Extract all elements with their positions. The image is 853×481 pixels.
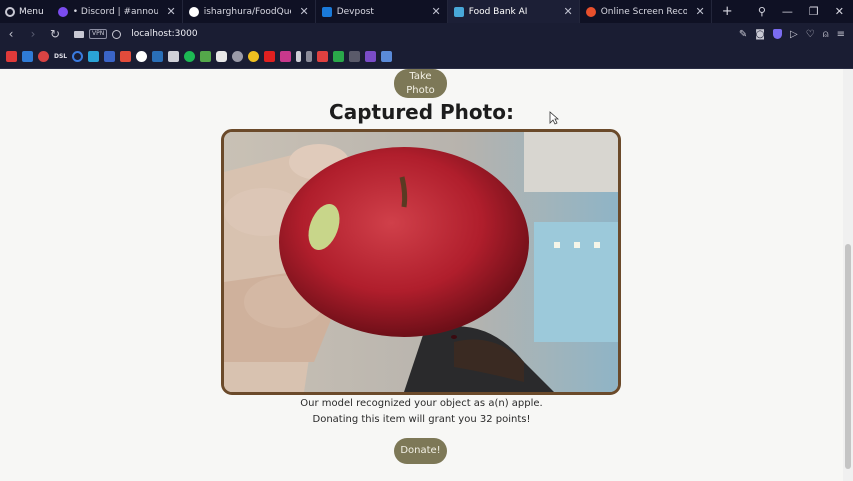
- slack-icon[interactable]: [365, 51, 377, 62]
- shield-icon[interactable]: [772, 29, 782, 39]
- bookmarks-bar: DSL: [0, 45, 853, 69]
- tab-discord[interactable]: • Discord | #announceme… ✕: [52, 0, 183, 23]
- bookmark-icon[interactable]: [381, 51, 393, 62]
- bookmark-icon[interactable]: [104, 51, 116, 62]
- discord-favicon-icon: [57, 6, 68, 17]
- close-tab-icon[interactable]: ✕: [300, 5, 309, 18]
- camera-icon[interactable]: [74, 30, 84, 38]
- close-tab-icon[interactable]: ✕: [696, 5, 705, 18]
- take-photo-button[interactable]: Take Photo: [394, 69, 447, 98]
- apple-photo-image: [224, 132, 618, 392]
- opera-logo-icon: [5, 6, 15, 17]
- close-tab-icon[interactable]: ✕: [167, 5, 176, 18]
- tab-github[interactable]: isharghura/FoodQuest ✕: [183, 0, 316, 23]
- close-tab-icon[interactable]: ✕: [564, 5, 573, 18]
- close-tab-icon[interactable]: ✕: [432, 5, 441, 18]
- bookmark-icon[interactable]: [333, 51, 345, 62]
- vpn-badge[interactable]: VPN: [89, 29, 108, 39]
- bookmark-ig-icon[interactable]: [6, 51, 17, 62]
- window-controls: ⚲ — ❐ ✕: [758, 0, 853, 23]
- linkedin-icon[interactable]: [152, 51, 164, 62]
- tab-title: isharghura/FoodQuest: [203, 6, 291, 17]
- instagram-icon[interactable]: [280, 51, 292, 62]
- menu-label: Menu: [19, 6, 44, 17]
- tab-devpost[interactable]: Devpost ✕: [316, 0, 448, 23]
- browser-tab-bar: Menu • Discord | #announceme… ✕ isharghu…: [0, 0, 853, 23]
- easy-setup-icon[interactable]: ≡: [837, 29, 845, 40]
- bookmark-icon[interactable]: [306, 51, 313, 62]
- browser-menu-button[interactable]: Menu: [0, 0, 52, 23]
- bookmark-icon[interactable]: [296, 51, 302, 62]
- gmail-icon[interactable]: [120, 51, 132, 62]
- forward-icon[interactable]: ›: [22, 27, 44, 41]
- donate-button[interactable]: Donate!: [394, 438, 447, 464]
- tab-screen-recorder[interactable]: Online Screen Recorder ✕: [580, 0, 712, 23]
- address-bar: ‹ › ↻ VPN localhost:3000 ✎ ◙ ▷ ♡ ⍝ ≡: [0, 23, 853, 45]
- address-bar-tools: ✎ ◙ ▷ ♡ ⍝ ≡: [739, 23, 845, 45]
- tab-title: Devpost: [336, 6, 374, 17]
- captured-photo: [221, 129, 621, 395]
- edit-icon[interactable]: ✎: [739, 29, 747, 40]
- page-scrollbar[interactable]: [843, 69, 853, 481]
- bookmark-icon[interactable]: [22, 51, 33, 62]
- youtube-icon[interactable]: [264, 51, 276, 62]
- mouse-cursor-icon: [549, 111, 559, 125]
- bookmark-icon[interactable]: [248, 51, 260, 62]
- bookmark-icon[interactable]: [232, 51, 244, 62]
- profile-icon[interactable]: ⍝: [823, 29, 829, 40]
- bookmark-icon[interactable]: [200, 51, 212, 62]
- tab-food-bank-ai[interactable]: Food Bank AI ✕: [447, 0, 580, 23]
- github-icon[interactable]: [136, 51, 148, 62]
- reload-icon[interactable]: ↻: [44, 27, 66, 41]
- back-icon[interactable]: ‹: [0, 27, 22, 41]
- heart-icon[interactable]: ♡: [806, 29, 815, 40]
- new-tab-button[interactable]: +: [712, 4, 743, 19]
- tab-title: Food Bank AI: [468, 6, 528, 17]
- bookmark-icon[interactable]: [317, 51, 329, 62]
- globe-icon[interactable]: [112, 29, 122, 39]
- devpost-favicon-icon: [321, 6, 332, 17]
- bookmark-icon[interactable]: [88, 51, 100, 62]
- close-window-icon[interactable]: ✕: [835, 5, 844, 18]
- bookmark-icon[interactable]: [72, 51, 84, 62]
- spotify-icon[interactable]: [184, 51, 196, 62]
- bookmark-icon[interactable]: [349, 51, 361, 62]
- page-title: Captured Photo:: [329, 100, 514, 124]
- flow-icon[interactable]: ▷: [790, 29, 798, 40]
- bookmark-icon[interactable]: [168, 51, 180, 62]
- bookmark-dsl-icon[interactable]: DSL: [54, 53, 67, 60]
- tab-title: Online Screen Recorder: [600, 6, 687, 17]
- tab-title: • Discord | #announceme…: [72, 6, 158, 17]
- url-field[interactable]: localhost:3000: [131, 29, 197, 39]
- minimize-icon[interactable]: —: [782, 5, 793, 18]
- food-bank-favicon-icon: [453, 6, 464, 17]
- scrollbar-thumb[interactable]: [845, 244, 851, 469]
- restore-icon[interactable]: ❐: [809, 5, 819, 18]
- snapshot-icon[interactable]: ◙: [755, 29, 765, 40]
- page-content: Take Photo Captured Photo: Our model rec…: [0, 69, 843, 481]
- github-favicon-icon: [188, 6, 199, 17]
- bookmark-icon[interactable]: [216, 51, 228, 62]
- recorder-favicon-icon: [585, 6, 596, 17]
- recognition-result-text: Our model recognized your object as a(n)…: [300, 398, 543, 409]
- points-reward-text: Donating this item will grant you 32 poi…: [312, 414, 531, 425]
- search-tabs-icon[interactable]: ⚲: [758, 5, 766, 18]
- bookmark-icon[interactable]: [38, 51, 49, 62]
